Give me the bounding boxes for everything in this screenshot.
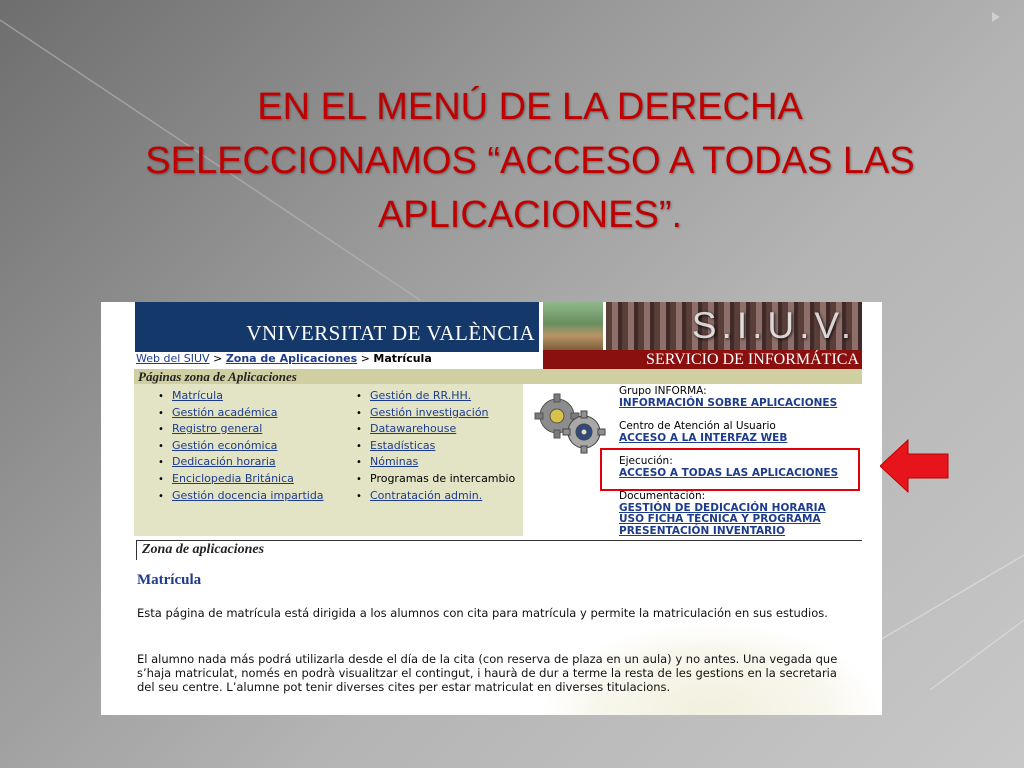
bullet-icon: • (158, 391, 164, 402)
servicio-banner: SERVICIO DE INFORMÁTICA (543, 350, 862, 370)
app-link[interactable]: • Contratación admin. (356, 488, 515, 505)
right-menu-group-cau: Centro de Atención al Usuario ACCESO A L… (619, 420, 787, 445)
app-link[interactable]: • Datawarehouse (356, 421, 515, 438)
breadcrumb: Web del SIUV > Zona de Aplicaciones > Ma… (136, 352, 432, 365)
app-link[interactable]: • Nóminas (356, 454, 515, 471)
bullet-icon: • (356, 407, 362, 419)
app-link[interactable]: • Estadísticas (356, 438, 515, 455)
breadcrumb-separator: > (209, 352, 226, 365)
highlight-box (600, 448, 860, 491)
app-link[interactable]: • Gestión económica (158, 438, 324, 455)
app-link[interactable]: • Matrícula (158, 388, 324, 405)
acceso-interfaz-web-link[interactable]: ACCESO A LA INTERFAZ WEB (619, 432, 787, 445)
page-heading: Matrícula (137, 572, 202, 588)
right-menu-label: Grupo INFORMA: (619, 385, 707, 397)
app-link[interactable]: • Gestión de RR.HH. (356, 388, 515, 405)
bullet-icon: • (158, 407, 164, 419)
uso-ficha-tecnica-link[interactable]: USO FICHA TÉCNICA Y PROGRAMA (619, 513, 826, 526)
app-item: • Programas de intercambio (356, 471, 515, 488)
app-link[interactable]: • Gestión investigación (356, 405, 515, 422)
bullet-icon: • (356, 391, 362, 402)
right-menu-label: Centro de Atención al Usuario (619, 420, 776, 432)
zona-aplicaciones-title: Zona de aplicaciones (142, 542, 265, 557)
campus-photo (543, 302, 603, 350)
bullet-icon: • (356, 440, 362, 452)
slide-title-line-1: EN EL MENÚ DE LA DERECHA (257, 86, 803, 128)
bullet-icon: • (356, 490, 362, 502)
app-link[interactable]: • Registro general (158, 421, 324, 438)
informacion-aplicaciones-link[interactable]: INFORMACIÓN SOBRE APLICACIONES (619, 397, 837, 410)
divider (136, 540, 862, 541)
bullet-icon: • (158, 490, 164, 502)
bullet-icon: • (158, 473, 164, 485)
slide-title-line-2: SELECCIONAMOS “ACCESO A TODAS LAS (145, 140, 915, 182)
bullet-icon: • (356, 473, 362, 485)
webpage-screenshot: VNIVERSITAT DE VALÈNCIA S.I.U.V. SERVICI… (101, 302, 882, 715)
gears-icon (534, 393, 606, 454)
siuv-banner-text: S.I.U.V. (691, 305, 856, 346)
breadcrumb-web-siuv[interactable]: Web del SIUV (136, 352, 210, 365)
bullet-icon: • (158, 457, 164, 469)
intro-paragraph: Esta página de matrícula está dirigida a… (137, 606, 828, 620)
apps-column-2: • Gestión de RR.HH. • Gestión investigació… (356, 388, 515, 504)
bullet-icon: • (356, 457, 362, 469)
university-logo-text: VNIVERSITAT DE VALÈNCIA (246, 321, 535, 345)
app-link[interactable]: • Gestión docencia impartida (158, 488, 324, 505)
apps-column-1: • Matrícula • Gestión académica • Registro … (158, 388, 324, 504)
apps-panel: • Matrícula • Gestión académica • Registro … (134, 384, 523, 536)
apps-bar-title: Páginas zona de Aplicaciones (134, 369, 862, 384)
red-arrow-icon (880, 438, 949, 494)
details-paragraph: El alumno nada más podrá utilizarla desd… (137, 652, 838, 694)
slide-title: EN EL MENÚ DE LA DERECHA SELECCIONAMOS “… (100, 80, 960, 242)
bullet-icon: • (158, 424, 164, 436)
divider (136, 540, 137, 560)
bullet-icon: • (158, 440, 164, 452)
right-menu-group-documentacion: Documentación: GESTIÓN DE DEDICACIÓN HOR… (619, 490, 826, 538)
slide-title-line-3: APLICACIONES”. (377, 194, 683, 236)
app-link[interactable]: • Enciclopedia Británica (158, 471, 324, 488)
siuv-banner: S.I.U.V. (606, 302, 862, 350)
bullet-icon: • (356, 424, 362, 436)
right-menu-group-informa: Grupo INFORMA: INFORMACIÓN SOBRE APLICAC… (619, 385, 837, 410)
university-logo[interactable]: VNIVERSITAT DE VALÈNCIA (135, 302, 539, 352)
breadcrumb-separator: > (357, 352, 374, 365)
right-menu-label: Documentación: (619, 490, 706, 502)
presentacion-inventario-link[interactable]: PRESENTACIÓN INVENTARIO (619, 525, 826, 538)
breadcrumb-zona-aplicaciones[interactable]: Zona de Aplicaciones (226, 352, 357, 365)
app-link[interactable]: • Dedicación horaria (158, 454, 324, 471)
breadcrumb-current: Matrícula (373, 352, 432, 365)
app-link[interactable]: • Gestión académica (158, 405, 324, 422)
